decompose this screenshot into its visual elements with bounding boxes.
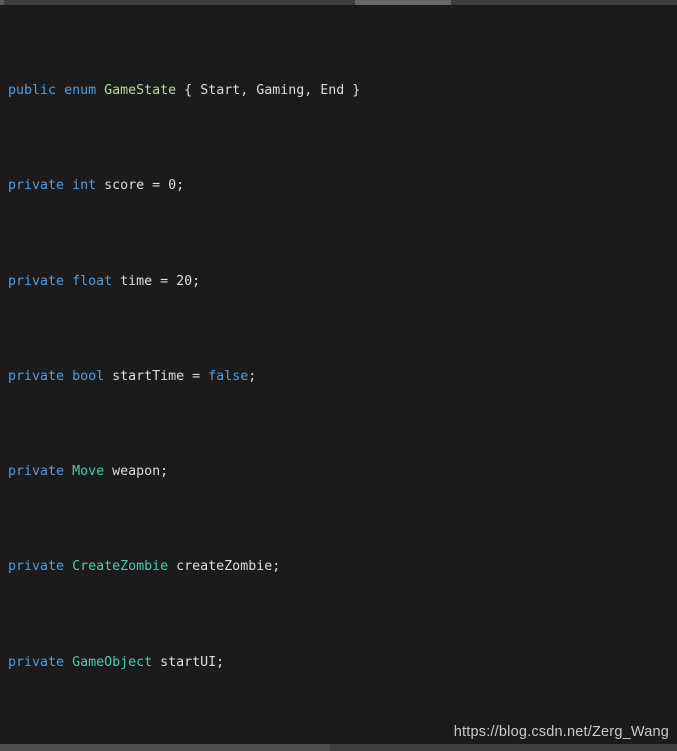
token-type: CreateZombie [72, 559, 169, 575]
token-keyword: bool [72, 368, 105, 384]
token-keyword: private [8, 559, 65, 575]
token-plain: time = 20; [112, 273, 201, 289]
code-lines: public enum GameState { Start, Gaming, E… [0, 5, 677, 744]
token-keyword: int [72, 178, 97, 194]
code-line[interactable]: private GameObject startUI; [0, 653, 677, 672]
token-plain: startUI; [152, 654, 225, 670]
token-plain: score = 0; [96, 178, 185, 194]
code-line[interactable]: private bool startTime = false; [0, 367, 677, 386]
token-plain: startTime = [104, 368, 209, 384]
token-keyword: private [8, 273, 65, 289]
code-line[interactable]: private int score = 0; [0, 176, 677, 195]
code-line[interactable]: private Move weapon; [0, 462, 677, 481]
code-line[interactable]: public enum GameState { Start, Gaming, E… [0, 81, 677, 100]
token-type: Move [72, 464, 105, 480]
token-plain: createZombie; [168, 559, 281, 575]
token-keyword: private [8, 654, 65, 670]
token-keyword: private [8, 464, 65, 480]
token-keyword: enum [64, 83, 97, 99]
code-editor-window: public enum GameState { Start, Gaming, E… [0, 0, 677, 751]
token-plain: weapon; [104, 464, 169, 480]
token-enum-type: GameState [104, 83, 177, 99]
token-keyword: private [8, 368, 65, 384]
code-line[interactable]: private float time = 20; [0, 272, 677, 291]
token-plain: { Start, Gaming, End } [176, 83, 361, 99]
token-keyword: private [8, 178, 65, 194]
code-text-area[interactable]: public enum GameState { Start, Gaming, E… [0, 5, 677, 744]
token-plain: ; [248, 368, 257, 384]
horizontal-scrollbar-bottom[interactable] [0, 744, 677, 751]
token-keyword: float [72, 273, 113, 289]
token-keyword: public [8, 83, 57, 99]
token-keyword: false [208, 368, 249, 384]
scrollbar-thumb-bottom[interactable] [0, 744, 330, 751]
token-type: GameObject [72, 654, 153, 670]
code-line[interactable]: private CreateZombie createZombie; [0, 557, 677, 576]
